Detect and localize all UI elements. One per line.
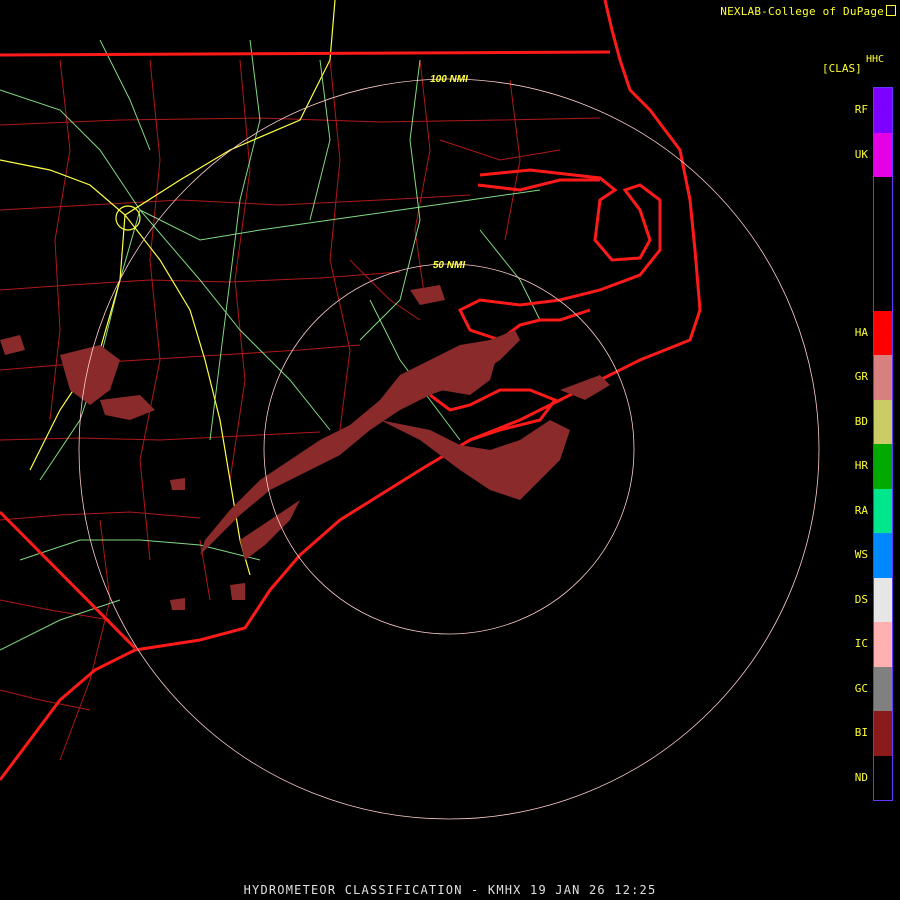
legend-code: GR <box>854 370 868 384</box>
legend-swatch <box>874 711 892 756</box>
credit-label: NEXLAB-College of DuPage <box>720 4 896 18</box>
legend-code: IC <box>854 637 868 651</box>
legend-swatch <box>874 310 892 355</box>
legend-swatch <box>874 177 892 222</box>
legend-swatch <box>874 88 892 133</box>
legend-swatch <box>874 399 892 444</box>
legend-code: HA <box>854 325 868 339</box>
legend-colorbar <box>873 87 893 801</box>
radar-echoes <box>0 285 610 610</box>
radar-map: 50 NMI 100 NMI <box>0 0 820 820</box>
ring-label-100: 100 NMI <box>430 74 468 85</box>
county-boundaries <box>0 59 601 761</box>
legend-swatch <box>874 266 892 311</box>
legend-swatch <box>874 577 892 622</box>
logo-icon <box>886 5 896 16</box>
legend-swatch <box>874 355 892 400</box>
legend-code: RF <box>854 103 868 117</box>
legend-swatch <box>874 488 892 533</box>
legend-title: [CLAS] <box>822 62 862 75</box>
legend-product: HHC <box>866 54 885 65</box>
credit-text: NEXLAB-College of DuPage <box>720 5 884 18</box>
legend-swatch <box>874 444 892 489</box>
legend-code: HR <box>854 459 868 473</box>
interstates <box>0 0 336 576</box>
legend-code: UK <box>854 147 868 161</box>
legend-code: WS <box>854 548 868 562</box>
legend-swatch <box>874 132 892 177</box>
legend-swatch <box>874 533 892 578</box>
legend-swatch <box>874 666 892 711</box>
legend-code: ND <box>854 770 868 784</box>
legend-swatch <box>874 622 892 667</box>
legend-swatch <box>874 221 892 266</box>
legend-code: RA <box>854 503 868 517</box>
highways <box>0 39 541 651</box>
legend-code: DS <box>854 592 868 606</box>
legend-code: BI <box>854 726 868 740</box>
footer-caption: HYDROMETEOR CLASSIFICATION - KMHX 19 JAN… <box>243 883 657 897</box>
legend-code: BD <box>854 414 868 428</box>
legend-swatch <box>874 755 892 800</box>
ring-label-50: 50 NMI <box>433 260 465 271</box>
legend-code: GC <box>854 681 868 695</box>
